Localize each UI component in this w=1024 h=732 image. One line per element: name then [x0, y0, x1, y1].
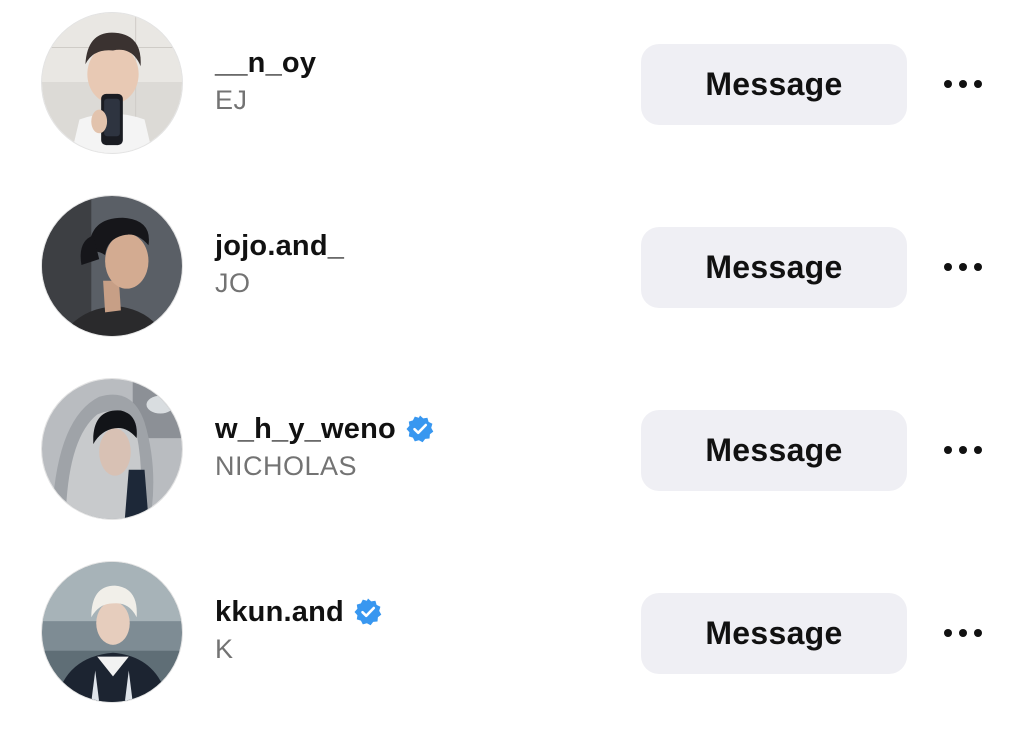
full-name: K [215, 634, 234, 664]
username[interactable]: w_h_y_weno [215, 413, 396, 446]
username[interactable]: jojo.and_ [215, 230, 344, 263]
more-horizontal-icon [944, 629, 982, 637]
message-button[interactable]: Message [641, 227, 907, 308]
avatar[interactable] [41, 378, 183, 520]
message-button[interactable]: Message [641, 44, 907, 125]
full-name: EJ [215, 85, 248, 115]
avatar[interactable] [41, 12, 183, 154]
user-row: __n_oy EJ Message [0, 0, 1024, 183]
user-list: __n_oy EJ Message jojo.and_ JO Message w… [0, 0, 1024, 721]
user-names: w_h_y_weno NICHOLAS [215, 409, 435, 482]
message-button[interactable]: Message [641, 593, 907, 674]
avatar-image [42, 379, 182, 519]
message-button[interactable]: Message [641, 410, 907, 491]
more-horizontal-icon [944, 80, 982, 88]
verified-badge-icon [353, 597, 383, 627]
user-row: w_h_y_weno NICHOLAS Message [0, 366, 1024, 549]
username-line: kkun.and [215, 592, 383, 632]
full-name: NICHOLAS [215, 451, 358, 481]
more-options-button[interactable] [938, 432, 988, 468]
more-horizontal-icon [944, 446, 982, 454]
username-line: jojo.and_ [215, 226, 344, 266]
user-names: jojo.and_ JO [215, 226, 344, 299]
verified-badge-icon [405, 414, 435, 444]
avatar-image [42, 196, 182, 336]
user-names: kkun.and K [215, 592, 383, 665]
user-row: jojo.and_ JO Message [0, 183, 1024, 366]
more-options-button[interactable] [938, 66, 988, 102]
user-names: __n_oy EJ [215, 43, 316, 116]
username-line: w_h_y_weno [215, 409, 435, 449]
username[interactable]: kkun.and [215, 596, 344, 629]
avatar-image [42, 562, 182, 702]
avatar[interactable] [41, 195, 183, 337]
avatar[interactable] [41, 561, 183, 703]
more-horizontal-icon [944, 263, 982, 271]
username[interactable]: __n_oy [215, 47, 316, 80]
full-name: JO [215, 268, 251, 298]
username-line: __n_oy [215, 43, 316, 83]
avatar-image [42, 13, 182, 153]
more-options-button[interactable] [938, 615, 988, 651]
more-options-button[interactable] [938, 249, 988, 285]
user-row: kkun.and K Message [0, 549, 1024, 732]
